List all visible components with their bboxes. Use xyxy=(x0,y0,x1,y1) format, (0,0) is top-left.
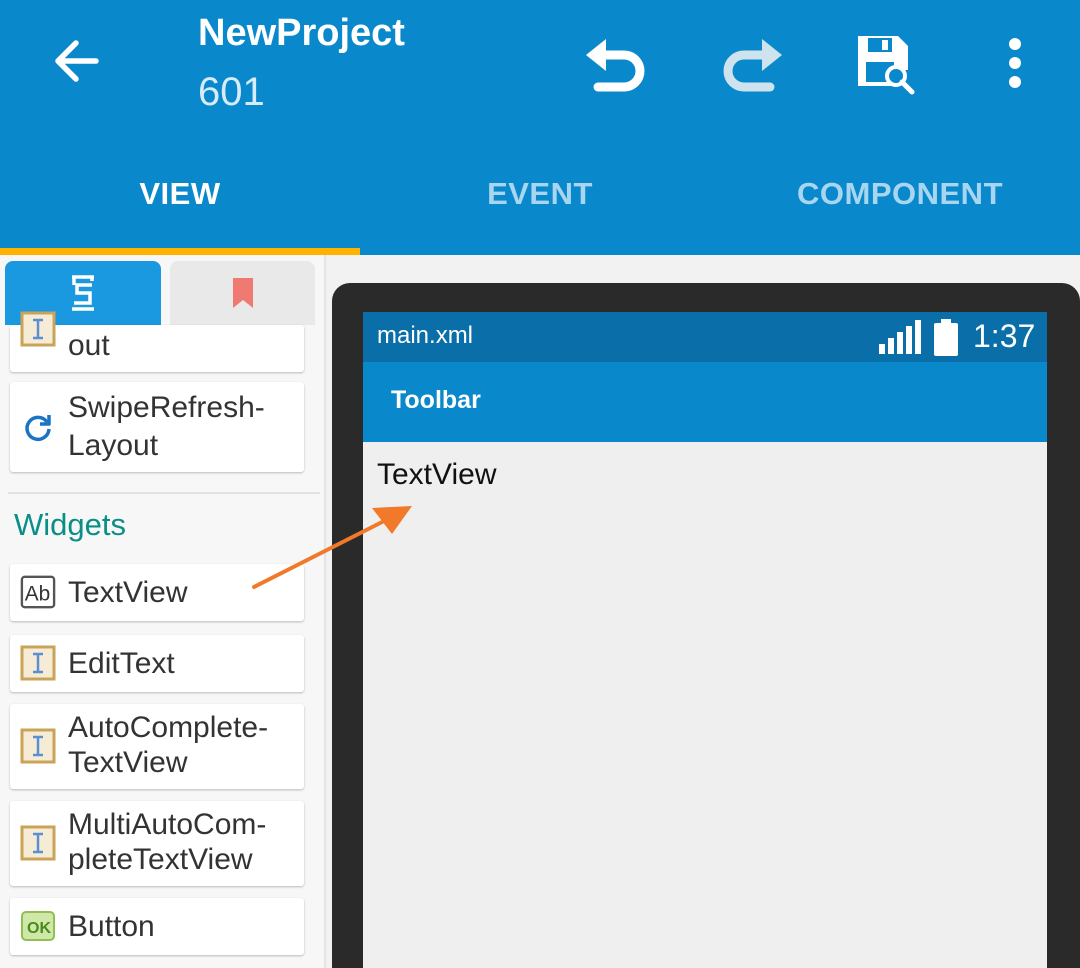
more-vert-icon xyxy=(1009,38,1021,88)
project-title: NewProject xyxy=(198,12,405,54)
layout-icon xyxy=(20,311,56,347)
preview-textview[interactable]: TextView xyxy=(377,458,497,492)
palette-item-layout[interactable]: out xyxy=(10,311,304,372)
signal-icon xyxy=(879,320,921,361)
refresh-icon xyxy=(20,409,56,445)
tab-indicator xyxy=(0,248,360,255)
palette-item-label: AutoComplete- TextView xyxy=(68,711,269,779)
edittext-icon xyxy=(20,645,56,681)
save-icon xyxy=(858,36,915,95)
palette-item-label: out xyxy=(68,329,110,362)
palette-item-edittext[interactable]: EditText xyxy=(10,635,304,692)
widget-palette-icon xyxy=(72,275,94,311)
undo-button[interactable] xyxy=(582,28,652,98)
palette-item-label: Button xyxy=(68,910,155,943)
more-options-button[interactable] xyxy=(980,28,1050,98)
svg-text:OK: OK xyxy=(27,920,51,937)
palette-item-multiautocompletetextview[interactable]: MultiAutoCom- pleteTextView xyxy=(10,801,304,886)
tab-component[interactable]: COMPONENT xyxy=(720,140,1080,248)
edittext-icon xyxy=(20,825,56,861)
status-bar: main.xml 1:37 xyxy=(363,312,1047,362)
layout-file-name: main.xml xyxy=(377,322,474,349)
arrow-back-icon xyxy=(55,40,99,82)
toolbar-title: Toolbar xyxy=(391,386,481,414)
save-button[interactable] xyxy=(850,28,920,98)
palette-item-textview[interactable]: Ab TextView xyxy=(10,564,304,621)
bookmark-icon xyxy=(232,278,253,308)
redo-icon xyxy=(723,39,782,92)
palette-tab-bookmarks[interactable] xyxy=(170,261,315,325)
palette-item-label: TextView xyxy=(68,576,188,609)
section-title-widgets: Widgets xyxy=(14,507,126,542)
palette-item-swiperefreshlayout[interactable]: SwipeRefresh- Layout xyxy=(10,382,304,472)
widget-palette: out SwipeRefresh- Layout Widgets Ab Text… xyxy=(0,255,326,968)
palette-item-label: SwipeRefresh- Layout xyxy=(68,391,265,462)
status-time: 1:37 xyxy=(973,318,1036,354)
project-id: 601 xyxy=(198,70,265,114)
preview-toolbar[interactable]: Toolbar xyxy=(363,362,1047,442)
tab-view[interactable]: VIEW xyxy=(0,140,360,248)
palette-item-label: EditText xyxy=(68,647,175,680)
battery-icon xyxy=(933,319,959,362)
preview-screen[interactable]: main.xml 1:37 Toolbar TextView xyxy=(363,312,1047,968)
edittext-icon xyxy=(20,728,56,764)
palette-item-button[interactable]: OK Button xyxy=(10,898,304,955)
tab-event[interactable]: EVENT xyxy=(360,140,720,248)
svg-text:Ab: Ab xyxy=(25,583,50,606)
undo-icon xyxy=(586,39,645,92)
redo-button[interactable] xyxy=(716,28,786,98)
section-divider xyxy=(8,492,320,494)
textview-icon: Ab xyxy=(20,574,56,610)
back-button[interactable] xyxy=(46,30,108,92)
palette-item-autocompletetextview[interactable]: AutoComplete- TextView xyxy=(10,704,304,789)
editor-tabs: VIEW EVENT COMPONENT xyxy=(0,140,1080,255)
app-bar: NewProject 601 VIEW EVENT COMPONENT xyxy=(0,0,1080,255)
palette-item-label: MultiAutoCom- pleteTextView xyxy=(68,808,267,876)
button-icon: OK xyxy=(20,908,56,944)
